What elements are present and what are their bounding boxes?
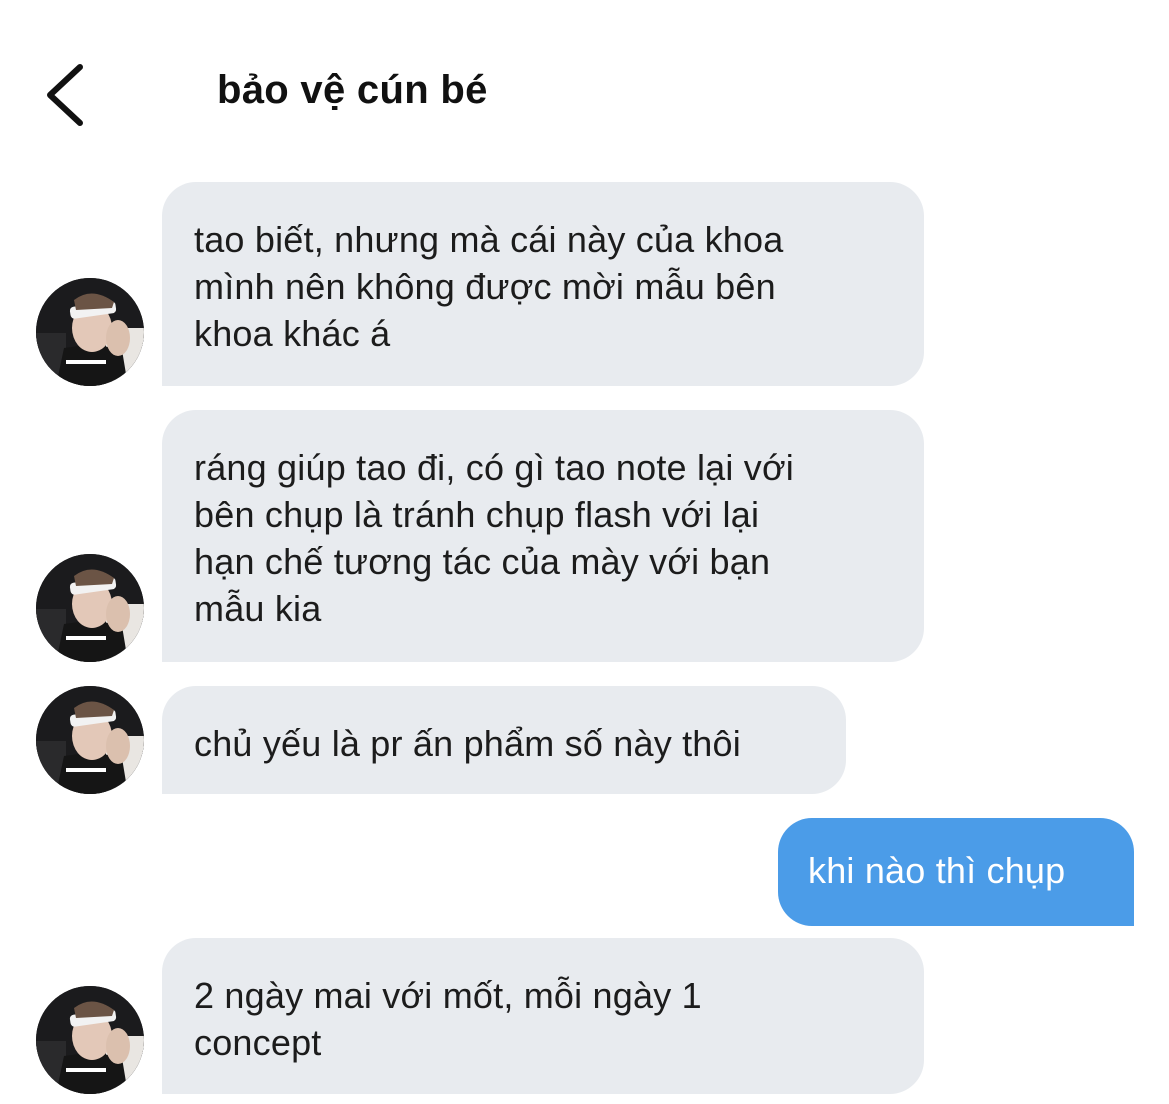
message-text-line: mẫu kia	[194, 588, 322, 629]
message-text-line: hạn chế tương tác của mày với bạn	[194, 541, 771, 582]
message-text-line: mình nên không được mời mẫu bên	[194, 266, 776, 307]
message-text-line: khi nào thì chụp	[808, 850, 1066, 891]
chevron-left-icon	[47, 64, 83, 126]
contact-avatar[interactable]	[36, 986, 144, 1094]
contact-avatar[interactable]	[36, 554, 144, 662]
message-text-line: tao biết, nhưng mà cái này của khoa	[194, 219, 784, 260]
back-button[interactable]	[30, 55, 100, 135]
avatar-image	[36, 554, 144, 662]
message-bubble-outgoing[interactable]: khi nào thì chụp	[778, 818, 1134, 926]
chat-header: bảo vệ cún bé	[0, 0, 1169, 180]
message-bubble-incoming[interactable]: tao biết, nhưng mà cái này của khoa mình…	[162, 182, 924, 386]
chat-screen: bảo vệ cún bé tao biết, nhưng mà cái này…	[0, 0, 1169, 1104]
contact-avatar[interactable]	[36, 686, 144, 794]
avatar-image	[36, 986, 144, 1094]
message-text-line: chủ yếu là pr ấn phẩm số này thôi	[194, 723, 741, 764]
avatar-image	[36, 278, 144, 386]
message-bubble-incoming[interactable]: ráng giúp tao đi, có gì tao note lại với…	[162, 410, 924, 662]
avatar-image	[36, 686, 144, 794]
message-text-line: ráng giúp tao đi, có gì tao note lại với	[194, 447, 794, 488]
message-text-line: bên chụp là tránh chụp flash với lại	[194, 494, 760, 535]
message-bubble-incoming[interactable]: 2 ngày mai với mốt, mỗi ngày 1 concept	[162, 938, 924, 1094]
message-text-line: 2 ngày mai với mốt, mỗi ngày 1	[194, 975, 702, 1016]
message-bubble-incoming[interactable]: chủ yếu là pr ấn phẩm số này thôi	[162, 686, 846, 794]
message-text-line: concept	[194, 1022, 322, 1063]
message-text-line: khoa khác á	[194, 313, 391, 354]
chat-title: bảo vệ cún bé	[217, 68, 488, 112]
contact-avatar[interactable]	[36, 278, 144, 386]
